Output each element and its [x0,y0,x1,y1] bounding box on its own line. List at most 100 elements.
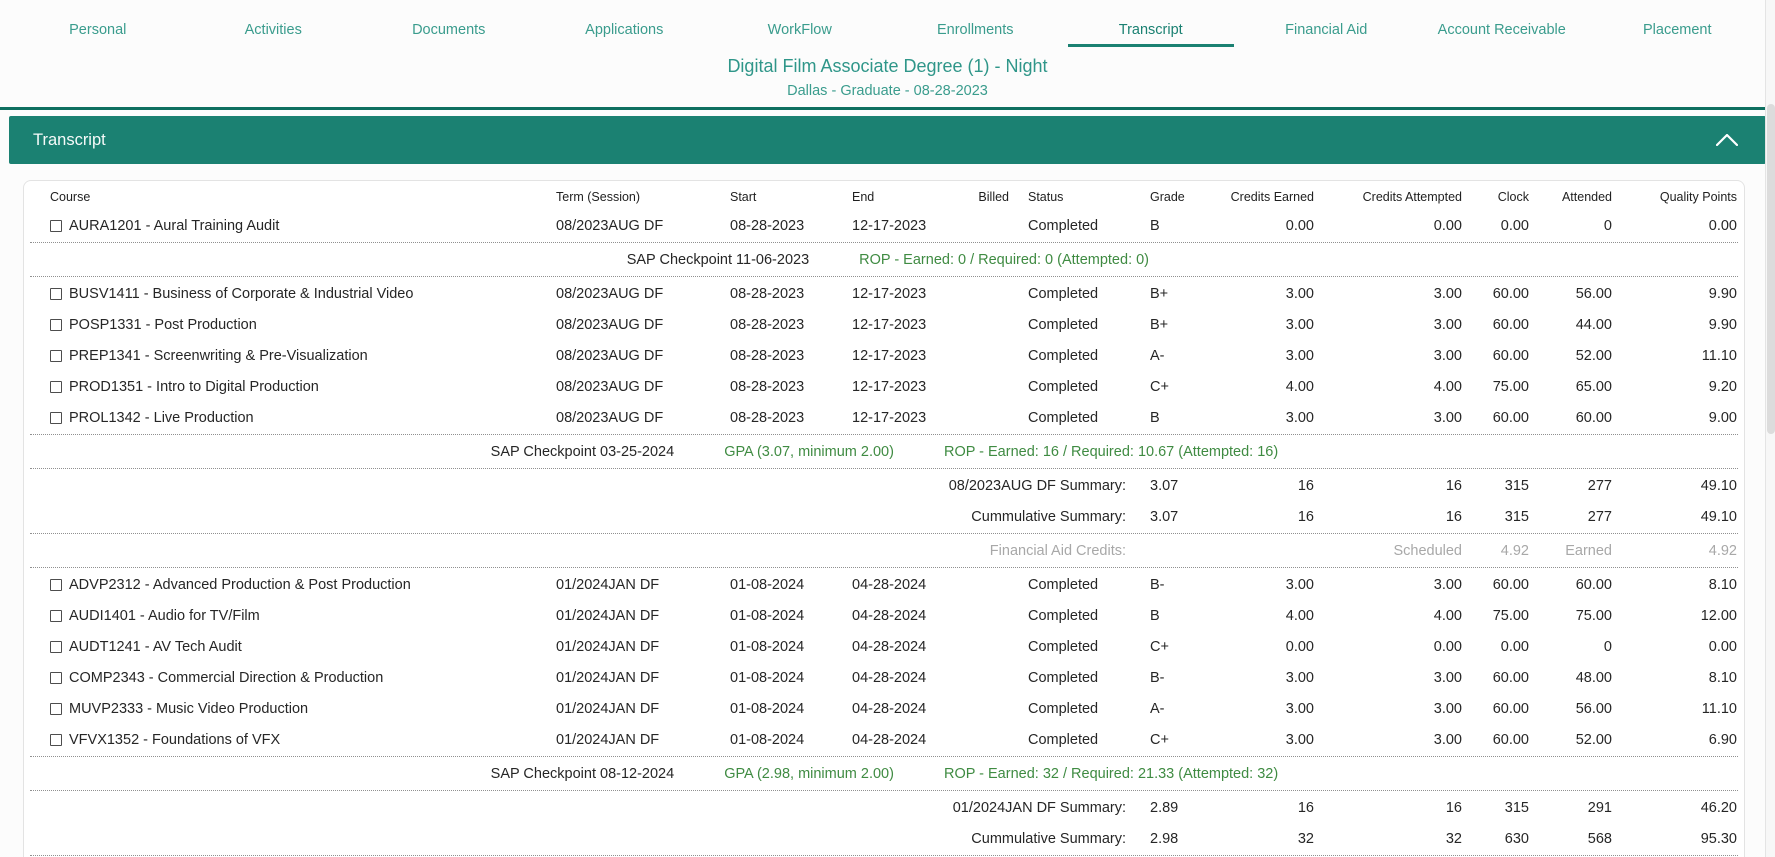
tab-enrollments[interactable]: Enrollments [888,22,1064,47]
summary-credits-attempted: 16 [1314,509,1462,525]
row-divider [30,468,1738,469]
credits-earned-cell: 0.00 [1201,639,1314,655]
start-cell: 08-28-2023 [726,379,844,395]
quality-points-cell: 9.90 [1612,286,1737,302]
end-cell: 12-17-2023 [844,379,969,395]
column-header: Status [1009,190,1126,204]
course-cell: COMP2343 - Commercial Direction & Produc… [50,670,540,686]
earned-label: Earned [1529,543,1612,559]
scrollbar-thumb[interactable] [1767,104,1775,434]
tab-transcript[interactable]: Transcript [1063,22,1239,47]
column-header: Attended [1529,190,1612,204]
course-checkbox[interactable] [50,734,62,746]
term-cell: 08/2023AUG DF [540,218,726,234]
course-checkbox[interactable] [50,220,62,232]
summary-quality-points: 49.10 [1612,509,1737,525]
tab-financial-aid[interactable]: Financial Aid [1239,22,1415,47]
status-cell: Completed [1009,410,1126,426]
collapse-panel-button[interactable] [1714,130,1740,150]
attended-cell: 0 [1529,218,1612,234]
course-cell: ADVP2312 - Advanced Production & Post Pr… [50,577,540,593]
tab-applications[interactable]: Applications [537,22,713,47]
column-header: Clock [1462,190,1529,204]
credits-earned-cell: 0.00 [1201,218,1314,234]
tab-workflow[interactable]: WorkFlow [712,22,888,47]
course-checkbox[interactable] [50,319,62,331]
sap-checkpoint-label: SAP Checkpoint 11-06-2023 [50,252,809,268]
attended-cell: 65.00 [1529,379,1612,395]
course-cell: AUDI1401 - Audio for TV/Film [50,608,540,624]
credits-attempted-cell: 3.00 [1314,701,1462,717]
clock-cell: 0.00 [1462,639,1529,655]
course-cell: PROL1342 - Live Production [50,410,540,426]
column-header: Course [50,190,540,204]
credits-earned-cell: 3.00 [1201,732,1314,748]
course-name: PROL1342 - Live Production [69,410,254,426]
page-title: Digital Film Associate Degree (1) - Nigh… [0,56,1775,77]
summary-clock: 315 [1462,800,1529,816]
clock-cell: 60.00 [1462,701,1529,717]
course-checkbox[interactable] [50,672,62,684]
course-row: POSP1331 - Post Production08/2023AUG DF0… [24,309,1744,340]
header-divider [0,107,1775,110]
sap-rop-text: ROP - Earned: 16 / Required: 10.67 (Atte… [944,444,1278,460]
row-divider [30,242,1738,243]
tab-account-receivable[interactable]: Account Receivable [1414,22,1590,47]
course-row: AUDT1241 - AV Tech Audit01/2024JAN DF01-… [24,631,1744,662]
attended-cell: 56.00 [1529,286,1612,302]
course-row: AUDI1401 - Audio for TV/Film 01/2024JAN D… [24,600,1744,631]
clock-cell: 60.00 [1462,577,1529,593]
credits-attempted-cell: 0.00 [1314,218,1462,234]
course-checkbox[interactable] [50,381,62,393]
summary-row: Cummulative Summary:3.07161631527749.10 [24,501,1744,532]
credits-earned-cell: 3.00 [1201,348,1314,364]
tab-documents[interactable]: Documents [361,22,537,47]
credits-earned-cell: 3.00 [1201,670,1314,686]
course-name: AURA1201 - Aural Training Audit [69,218,279,234]
credits-earned-cell: 3.00 [1201,577,1314,593]
row-divider [30,855,1738,856]
course-checkbox[interactable] [50,350,62,362]
course-checkbox[interactable] [50,412,62,424]
course-name: MUVP2333 - Music Video Production [69,701,308,717]
quality-points-cell: 0.00 [1612,639,1737,655]
quality-points-cell: 11.10 [1612,701,1737,717]
summary-attended: 277 [1529,478,1612,494]
credits-earned-cell: 3.00 [1201,410,1314,426]
course-checkbox[interactable] [50,579,62,591]
course-name: BUSV1411 - Business of Corporate & Indus… [69,286,413,302]
sap-gpa-text: GPA (2.98, minimum 2.00) [724,766,894,782]
credits-earned-cell: 3.00 [1201,317,1314,333]
term-cell: 01/2024JAN DF [540,608,726,624]
status-cell: Completed [1009,348,1126,364]
course-name: AUDI1401 - Audio for TV/Film [69,608,260,624]
status-cell: Completed [1009,577,1126,593]
start-cell: 08-28-2023 [726,348,844,364]
summary-credits-attempted: 32 [1314,831,1462,847]
term-cell: 01/2024JAN DF [540,701,726,717]
attended-cell: 60.00 [1529,410,1612,426]
summary-label: Cummulative Summary: [50,831,1126,847]
tab-placement[interactable]: Placement [1590,22,1766,47]
end-cell: 04-28-2024 [844,577,969,593]
column-header: Quality Points [1612,190,1737,204]
course-row: AURA1201 - Aural Training Audit 08/2023AU… [24,210,1744,241]
quality-points-cell: 9.00 [1612,410,1737,426]
start-cell: 01-08-2024 [726,670,844,686]
course-cell: POSP1331 - Post Production [50,317,540,333]
summary-quality-points: 49.10 [1612,478,1737,494]
course-checkbox[interactable] [50,641,62,653]
course-checkbox[interactable] [50,288,62,300]
course-row: COMP2343 - Commercial Direction & Produc… [24,662,1744,693]
course-name: COMP2343 - Commercial Direction & Produc… [69,670,383,686]
tab-personal[interactable]: Personal [10,22,186,47]
course-checkbox[interactable] [50,610,62,622]
vertical-scrollbar[interactable] [1765,0,1775,857]
tab-activities[interactable]: Activities [186,22,362,47]
grade-cell: B [1126,608,1201,624]
status-cell: Completed [1009,608,1126,624]
grade-cell: C+ [1126,732,1201,748]
course-checkbox[interactable] [50,703,62,715]
course-cell: BUSV1411 - Business of Corporate & Indus… [50,286,540,302]
quality-points-cell: 8.10 [1612,577,1737,593]
